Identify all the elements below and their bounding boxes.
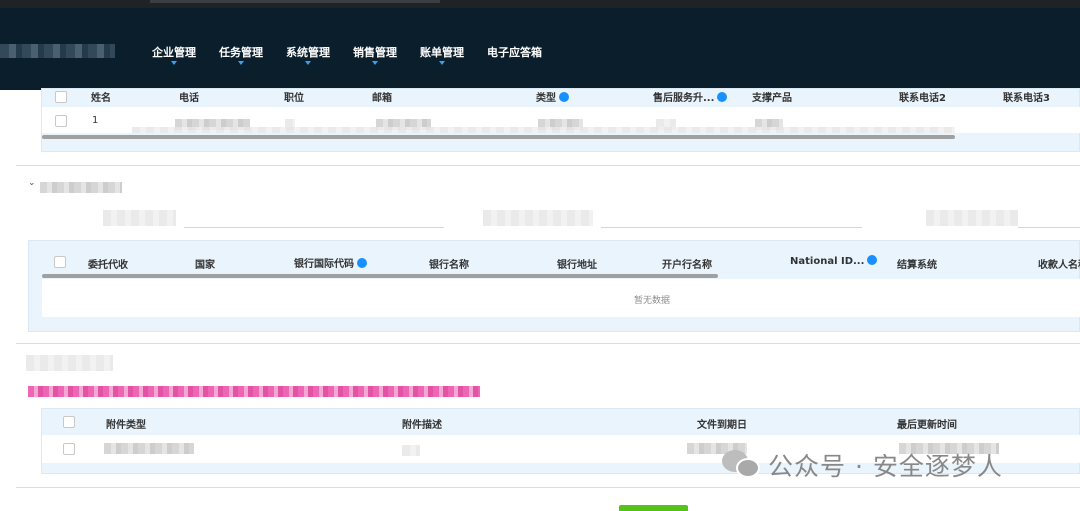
info-icon[interactable]	[867, 255, 878, 265]
column-header-swift: 银行国际代码	[294, 255, 367, 270]
chevron-down-icon	[238, 61, 244, 65]
primary-button[interactable]	[619, 505, 688, 511]
chevron-down-icon[interactable]: ⌄	[28, 178, 36, 188]
chevron-down-icon	[372, 61, 378, 65]
row-checkbox[interactable]	[63, 443, 75, 455]
filter-input-2[interactable]	[601, 227, 862, 228]
menu-sales-label: 销售管理	[353, 46, 397, 59]
empty-text: 暂无数据	[634, 296, 671, 306]
column-header-country: 国家	[195, 260, 215, 271]
menu-sales[interactable]: 销售管理	[353, 44, 397, 65]
menu-enterprise[interactable]: 企业管理	[152, 44, 196, 65]
menu-tasks[interactable]: 任务管理	[219, 44, 263, 65]
column-header-aftersales: 售后服务升...	[653, 89, 728, 104]
row-index: 1	[92, 115, 99, 126]
section-divider	[16, 487, 1080, 488]
column-header-payee: 收款人名称	[1038, 260, 1080, 271]
menu-system[interactable]: 系统管理	[286, 44, 330, 65]
menu-e-answerbox-label: 电子应答箱	[487, 46, 542, 59]
column-header-email: 邮箱	[372, 93, 392, 104]
bank-table: 委托代收 国家 银行国际代码 银行名称 银行地址 开户行名称 National …	[28, 240, 1080, 332]
info-icon[interactable]	[717, 92, 728, 102]
column-header-phone3: 联系电话3	[1003, 93, 1050, 104]
column-header-bank-address: 银行地址	[557, 260, 597, 271]
empty-body: 暂无数据	[42, 279, 1080, 317]
wechat-icon	[722, 448, 762, 482]
column-header-branch-name: 开户行名称	[662, 260, 712, 271]
chevron-down-icon	[305, 61, 311, 65]
menu-tasks-label: 任务管理	[219, 46, 263, 59]
browser-tab-strip	[150, 0, 440, 3]
app-logo-redacted	[0, 44, 115, 58]
redacted-row-overlay	[132, 127, 955, 133]
info-icon[interactable]	[559, 92, 569, 102]
column-header-collection: 委托代收	[88, 260, 128, 271]
select-all-checkbox[interactable]	[54, 256, 66, 268]
filter-label-redacted	[103, 210, 176, 226]
browser-top-strip	[0, 0, 1080, 8]
column-header-attachment-desc: 附件描述	[402, 420, 442, 431]
column-header-aftersales-label: 售后服务升...	[653, 93, 715, 104]
column-header-swift-label: 银行国际代码	[294, 259, 354, 270]
menu-e-answerbox[interactable]: 电子应答箱	[487, 44, 542, 60]
menu-billing-label: 账单管理	[420, 46, 464, 59]
column-header-national-id-label: National ID...	[790, 256, 865, 267]
table-row[interactable]: 1	[42, 107, 1080, 133]
upload-warning-text	[28, 386, 480, 397]
column-header-settlement: 结算系统	[897, 260, 937, 271]
column-header-phone: 电话	[179, 93, 199, 104]
redacted-attachment-type	[104, 443, 194, 454]
info-icon[interactable]	[357, 258, 367, 268]
contacts-table: 姓名 电话 职位 邮箱 类型 售后服务升... 支撑产品 联系电话2 联系电话3…	[41, 88, 1080, 152]
menu-billing[interactable]: 账单管理	[420, 44, 464, 65]
section-divider	[16, 165, 1080, 166]
section-divider	[16, 343, 1080, 344]
filter-input-1[interactable]	[184, 227, 444, 228]
column-header-attachment-type: 附件类型	[106, 420, 146, 431]
filter-label-redacted	[926, 210, 1018, 226]
select-all-checkbox[interactable]	[63, 416, 75, 428]
filter-label-redacted	[483, 210, 593, 226]
menu-enterprise-label: 企业管理	[152, 46, 196, 59]
menu-system-label: 系统管理	[286, 46, 330, 59]
top-navigation-bar: 企业管理 任务管理 系统管理 销售管理 账单管理 电子应答箱	[0, 8, 1080, 90]
column-header-expiry-date: 文件到期日	[697, 420, 747, 431]
row-checkbox[interactable]	[55, 115, 67, 127]
section-title-redacted	[26, 355, 113, 371]
column-header-type: 类型	[536, 89, 569, 104]
column-header-bank-name: 银行名称	[429, 260, 469, 271]
section-title-redacted	[40, 182, 122, 193]
redacted-attachment-desc	[402, 445, 420, 456]
chevron-down-icon	[439, 61, 445, 65]
watermark: 公众号 · 安全逐梦人	[722, 447, 1003, 483]
horizontal-scrollbar[interactable]	[42, 135, 955, 139]
select-all-checkbox[interactable]	[55, 91, 67, 103]
column-header-last-updated: 最后更新时间	[897, 420, 957, 431]
column-header-national-id: National ID...	[790, 255, 878, 267]
column-header-product: 支撑产品	[752, 93, 792, 104]
watermark-text: 公众号 · 安全逐梦人	[768, 452, 1003, 481]
chevron-down-icon	[171, 61, 177, 65]
column-header-position: 职位	[284, 93, 304, 104]
main-menu: 企业管理 任务管理 系统管理 销售管理 账单管理 电子应答箱	[152, 44, 542, 65]
column-header-name: 姓名	[91, 93, 111, 104]
filter-input-3[interactable]	[1018, 227, 1080, 228]
column-header-phone2: 联系电话2	[899, 93, 946, 104]
column-header-type-label: 类型	[536, 93, 556, 104]
horizontal-scrollbar[interactable]	[42, 274, 718, 278]
